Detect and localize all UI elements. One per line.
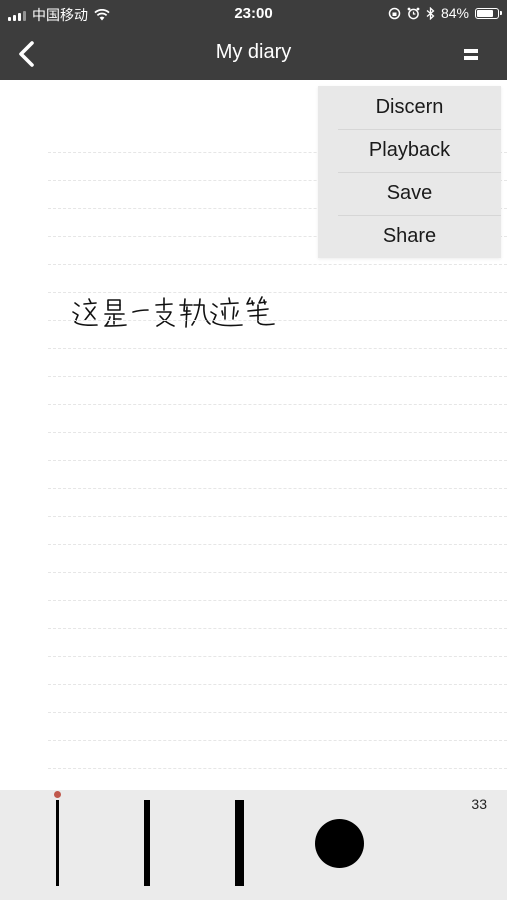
page-title: My diary [215,41,292,63]
ruled-line [48,684,507,685]
ruled-line [48,768,507,769]
selected-brush-indicator [54,791,61,798]
brush-circle-button[interactable] [315,819,364,868]
back-button[interactable] [6,34,46,74]
menu-icon [464,48,478,60]
stroke-size-value: 33 [471,796,487,812]
brush-toolbar: 33 [0,790,507,900]
brush-thick-button[interactable] [235,800,244,886]
menu-item-discern[interactable]: Discern [318,86,501,129]
battery-fill [477,9,493,17]
ruled-line [48,656,507,657]
ruled-line [48,712,507,713]
chevron-left-icon [19,41,34,67]
nav-bar: My diary [0,28,507,80]
ruled-line [48,740,507,741]
ruled-line [48,404,507,405]
status-bar: 中国移动 23:00 84% [0,0,507,28]
battery-percent: 84% [440,5,469,21]
ruled-line [48,264,507,265]
ruled-line [48,460,507,461]
alarm-icon [407,7,420,19]
ruled-line [48,628,507,629]
brush-medium-button[interactable] [144,800,150,886]
options-menu: Discern Playback Save Share [318,86,501,258]
menu-button[interactable] [455,42,487,66]
status-right: 84% [388,5,502,21]
ruled-line [48,600,507,601]
ruled-line [48,432,507,433]
ruled-line [48,292,507,293]
ruled-line [48,572,507,573]
ruled-line [48,488,507,489]
ruled-line [48,544,507,545]
ruled-line [48,376,507,377]
ruled-line [48,348,507,349]
battery-icon [475,7,502,19]
menu-item-share[interactable]: Share [318,215,501,258]
rotation-lock-icon [388,7,401,19]
top-bar: 中国移动 23:00 84% My diary [0,0,507,80]
ruled-line [48,516,507,517]
bluetooth-icon [426,6,435,20]
menu-item-save[interactable]: Save [318,172,501,215]
ruled-line [48,320,507,321]
menu-item-playback[interactable]: Playback [318,129,501,172]
brush-thin-button[interactable] [56,800,59,886]
